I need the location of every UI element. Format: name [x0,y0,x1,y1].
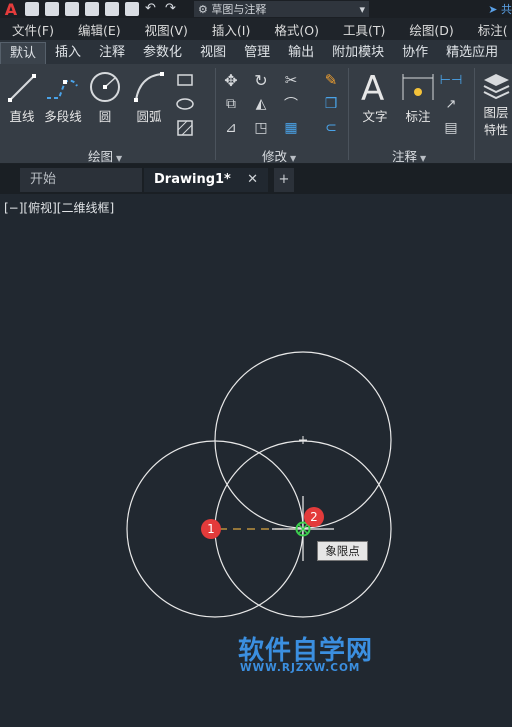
share-button[interactable]: ➤ 共 [488,1,512,17]
arc-tool-button[interactable]: 圆弧 [132,70,166,125]
tab-default[interactable]: 默认 [0,42,47,64]
text-a-icon: A [361,69,384,104]
panel-divider [215,68,216,160]
center-crosshair-icon [299,436,307,444]
trim-icon[interactable]: ✂ [280,70,302,90]
layer-label-2: 特性 [483,123,508,137]
tab-drawing1[interactable]: Drawing1* ✕ [144,168,268,192]
leader-icon[interactable]: ↗ [440,94,462,114]
new-tab-button[interactable]: + [274,168,294,192]
linear-dim-icon[interactable]: ⊢⊣ [440,70,463,90]
menu-format[interactable]: 格式(O) [262,20,331,39]
fillet-icon[interactable]: ⌒ [280,94,302,114]
table-icon[interactable]: ▤ [440,118,462,138]
workspace-label: 草图与注释 [211,3,267,16]
step-marker-2: 2 [304,507,324,527]
menu-draw[interactable]: 绘图(D) [397,20,465,39]
line-tool-button[interactable]: 直线 [6,70,38,125]
dimension-icon [402,74,434,100]
draw-panel-label[interactable]: 绘图 ▼ [88,146,122,165]
modify-panel-label[interactable]: 修改 ▼ [262,146,296,165]
layer-label-1: 图层 [483,105,509,120]
erase-icon[interactable]: ✎ [320,70,342,90]
menu-file[interactable]: 文件(F) [0,20,66,39]
print-icon[interactable] [125,2,139,16]
polyline-icon [47,79,78,99]
tab-parametric[interactable]: 参数化 [134,42,191,64]
quick-access-toolbar: A ↶ ↷ ⚙ 草图与注释 ▾ ➤ 共 [0,0,512,19]
scale-icon[interactable]: ◳ [250,118,272,138]
move-icon[interactable]: ✥ [220,70,242,90]
file-tab-bar: 开始 Drawing1* ✕ + [0,164,512,194]
tab-start[interactable]: 开始 [20,168,142,192]
watermark-url: WWW.RJZXW.COM [240,662,361,674]
tab-view[interactable]: 视图 [191,42,235,64]
step-marker-1: 1 [201,519,221,539]
tab-insert[interactable]: 插入 [46,42,90,64]
polyline-label: 多段线 [44,109,82,124]
redo-icon[interactable]: ↷ [165,2,179,16]
viewport-controls[interactable]: [−][俯视][二维线框] [4,199,114,216]
line-label: 直线 [9,109,35,124]
tab-output[interactable]: 输出 [279,42,323,64]
undo-icon[interactable]: ↶ [145,2,159,16]
ellipse-icon[interactable] [174,94,196,114]
chevron-down-icon: ▼ [116,154,123,163]
mirror-icon[interactable]: ◭ [250,94,272,114]
hatch-icon[interactable] [174,118,196,138]
tab-collaborate[interactable]: 协作 [393,42,437,64]
text-label: 文字 [362,109,388,124]
ribbon-panel: 直线 多段线 圆 圆弧 绘图 ▼ ✥ ↻ ✂ ✎ ⧉ ◭ ⌒ ❒ ⊿ ◳ ▦ ⊂ … [0,64,512,164]
drawing-tab-label: Drawing1* [154,172,231,187]
explode-icon[interactable]: ❒ [320,94,342,114]
autocad-logo-icon[interactable]: A [0,0,22,19]
menu-insert[interactable]: 插入(I) [200,20,262,39]
polyline-tool-button[interactable]: 多段线 [43,70,83,125]
chevron-down-icon: ▼ [290,154,297,163]
menu-dimension[interactable]: 标注( [466,20,512,39]
plot-icon[interactable] [105,2,119,16]
line-icon [8,74,36,102]
ribbon-tabs: 默认 插入 注释 参数化 视图 管理 输出 附加模块 协作 精选应用 [0,40,512,64]
rectangle-icon[interactable] [174,70,196,90]
tab-annotate[interactable]: 注释 [90,42,134,64]
layers-icon [483,74,510,100]
circle-label: 圆 [98,109,112,124]
menu-view[interactable]: 视图(V) [133,20,200,39]
copy-icon[interactable]: ⧉ [220,94,242,114]
stretch-icon[interactable]: ⊿ [220,118,242,138]
gear-icon: ⚙ [198,2,212,16]
save-icon[interactable] [65,2,79,16]
rotate-icon[interactable]: ↻ [250,70,272,90]
open-file-icon[interactable] [45,2,59,16]
text-tool-button[interactable]: A 文字 [358,68,392,125]
tab-featured-apps[interactable]: 精选应用 [437,42,507,64]
dimension-tool-button[interactable]: 标注 [400,70,436,125]
panel-divider [348,68,349,160]
annotation-panel-label[interactable]: 注释 ▼ [392,146,426,165]
tab-addins[interactable]: 附加模块 [323,42,393,64]
chevron-down-icon: ▾ [359,2,365,16]
circle-tool-button[interactable]: 圆 [88,70,122,125]
offset-icon[interactable]: ⊂ [320,118,342,138]
new-file-icon[interactable] [25,2,39,16]
arc-icon [134,72,164,102]
chevron-down-icon: ▼ [420,154,427,163]
menubar: 文件(F) 编辑(E) 视图(V) 插入(I) 格式(O) 工具(T) 绘图(D… [0,18,512,40]
tab-manage[interactable]: 管理 [235,42,279,64]
snap-tooltip: 象限点 [317,541,368,561]
menu-edit[interactable]: 编辑(E) [66,20,133,39]
circle-icon [90,72,120,102]
menu-tools[interactable]: 工具(T) [331,20,397,39]
save-as-icon[interactable] [85,2,99,16]
svg-text:A: A [361,69,384,104]
arc-label: 圆弧 [136,109,162,124]
dimension-label: 标注 [405,109,431,124]
panel-divider [474,68,475,160]
layer-properties-button[interactable]: 图层 特性 [480,70,512,138]
workspace-switcher[interactable]: ⚙ 草图与注释 ▾ [194,1,369,17]
array-icon[interactable]: ▦ [280,118,302,138]
close-icon[interactable]: ✕ [247,168,258,192]
